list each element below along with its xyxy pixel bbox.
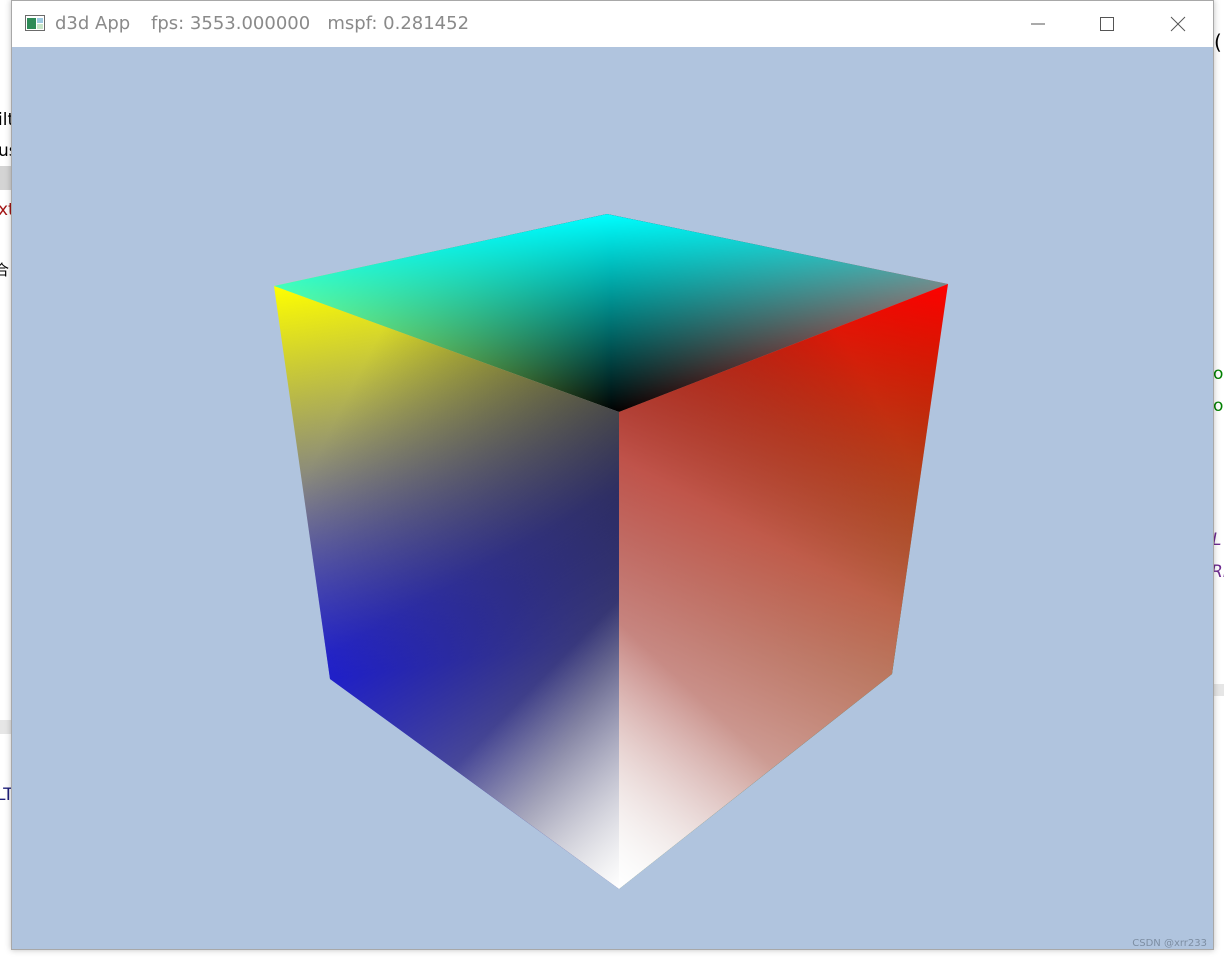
minimize-icon [1031,23,1045,25]
bg-divider [1213,684,1224,696]
minimize-button[interactable] [1003,1,1073,47]
window-title: d3d App [55,13,131,34]
maximize-icon [1100,17,1114,31]
watermark: CSDN @xrr233 [1132,938,1207,949]
rendered-cube [274,214,948,889]
bg-text-fragment: o [1213,364,1224,384]
bg-text-fragment: 合 [0,261,10,279]
maximize-button[interactable] [1072,1,1142,47]
bg-divider [0,720,11,734]
render-viewport[interactable] [12,47,1213,949]
app-window-icon [25,15,45,31]
title-bar[interactable]: d3d App fps: 3553.000000 mspf: 0.281452 [12,1,1213,47]
close-button[interactable] [1143,1,1213,47]
bg-text-fragment: ( [1214,30,1222,54]
bg-scrollbar-strip [0,166,11,190]
desktop: ilt us xt 合 LT ( o o L Rl d3d App fps: 3… [0,0,1224,959]
close-icon [1170,16,1186,32]
frame-stats: fps: 3553.000000 mspf: 0.281452 [151,13,470,34]
d3d-app-window[interactable]: d3d App fps: 3553.000000 mspf: 0.281452 [11,0,1214,950]
bg-text-fragment: o [1213,396,1224,416]
